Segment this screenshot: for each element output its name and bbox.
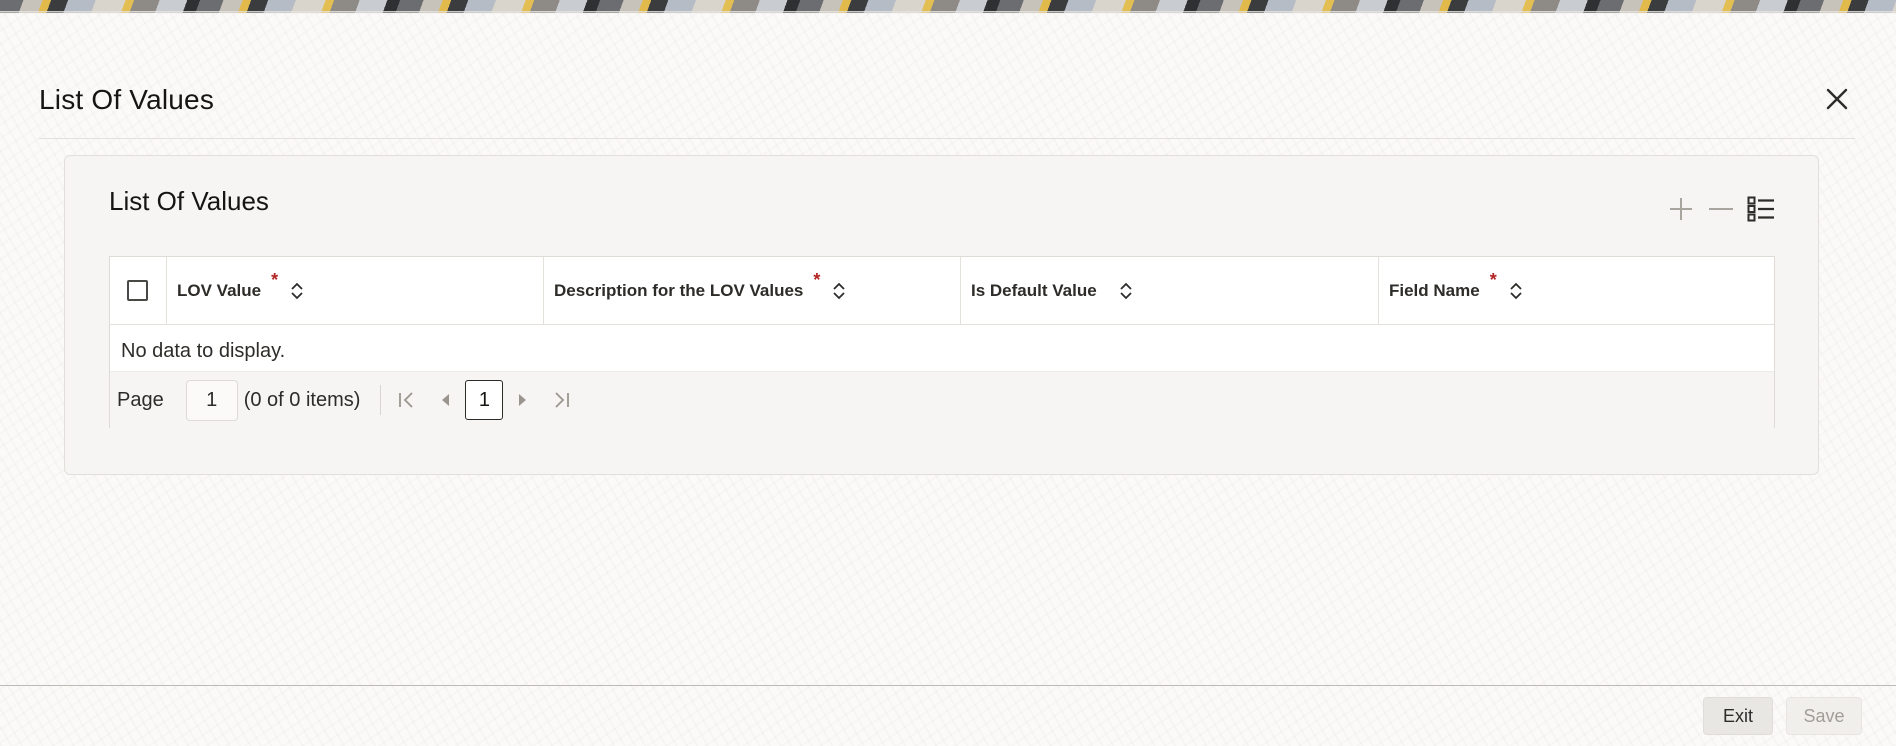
add-row-button[interactable] xyxy=(1665,194,1697,224)
list-view-icon xyxy=(1747,196,1774,222)
sort-icon[interactable] xyxy=(1509,281,1523,301)
column-header-lov-value[interactable]: LOV Value * xyxy=(167,257,544,324)
table-header-row: LOV Value * Description for the LOV Valu… xyxy=(110,257,1774,325)
column-label: Description for the LOV Values xyxy=(554,280,804,300)
first-page-button[interactable] xyxy=(391,384,423,416)
panel-title: List Of Values xyxy=(109,186,269,216)
column-header-is-default[interactable]: Is Default Value xyxy=(961,257,1379,324)
title-divider xyxy=(39,138,1855,139)
empty-table-message: No data to display. xyxy=(121,340,286,362)
grid-toolbar xyxy=(1665,194,1777,224)
next-page-icon xyxy=(519,394,527,406)
item-count: (0 of 0 items) xyxy=(243,388,361,411)
column-label: Field Name xyxy=(1389,280,1480,300)
required-indicator: * xyxy=(1489,270,1497,290)
sort-icon[interactable] xyxy=(832,281,846,301)
close-button[interactable] xyxy=(1822,84,1852,114)
column-label: LOV Value xyxy=(177,280,262,300)
remove-row-button[interactable] xyxy=(1705,194,1737,224)
save-button[interactable]: Save xyxy=(1786,697,1862,735)
sort-icon[interactable] xyxy=(290,281,304,301)
required-indicator: * xyxy=(813,270,821,290)
list-of-values-panel: List Of Values LOV Value * Description f… xyxy=(64,155,1819,475)
required-indicator: * xyxy=(271,270,279,290)
close-icon xyxy=(1826,88,1848,110)
minus-icon xyxy=(1709,208,1733,210)
page-button-current[interactable]: 1 xyxy=(465,380,504,420)
previous-page-button[interactable] xyxy=(429,384,461,416)
page-number-input[interactable] xyxy=(185,379,238,421)
last-page-button[interactable] xyxy=(545,384,577,416)
column-header-description[interactable]: Description for the LOV Values * xyxy=(544,257,961,324)
previous-page-icon xyxy=(442,394,450,406)
plus-icon xyxy=(1670,198,1692,220)
next-page-button[interactable] xyxy=(507,384,539,416)
pagination-bar: Page (0 of 0 items) 1 xyxy=(110,371,1774,428)
page-label: Page xyxy=(117,388,164,411)
header-decorative-band xyxy=(0,0,1896,14)
sort-icon[interactable] xyxy=(1119,281,1133,301)
exit-button[interactable]: Exit xyxy=(1703,697,1773,735)
select-all-cell xyxy=(110,257,167,324)
lov-table: LOV Value * Description for the LOV Valu… xyxy=(109,256,1775,428)
last-page-icon xyxy=(555,392,570,408)
column-label: Is Default Value xyxy=(971,280,1097,300)
pager-divider xyxy=(380,385,382,415)
footer-divider xyxy=(0,685,1896,686)
first-page-icon xyxy=(399,392,414,408)
select-all-checkbox[interactable] xyxy=(127,280,148,301)
column-view-button[interactable] xyxy=(1745,194,1777,224)
dialog-title: List Of Values xyxy=(39,84,215,115)
column-header-field-name[interactable]: Field Name * xyxy=(1379,257,1774,324)
